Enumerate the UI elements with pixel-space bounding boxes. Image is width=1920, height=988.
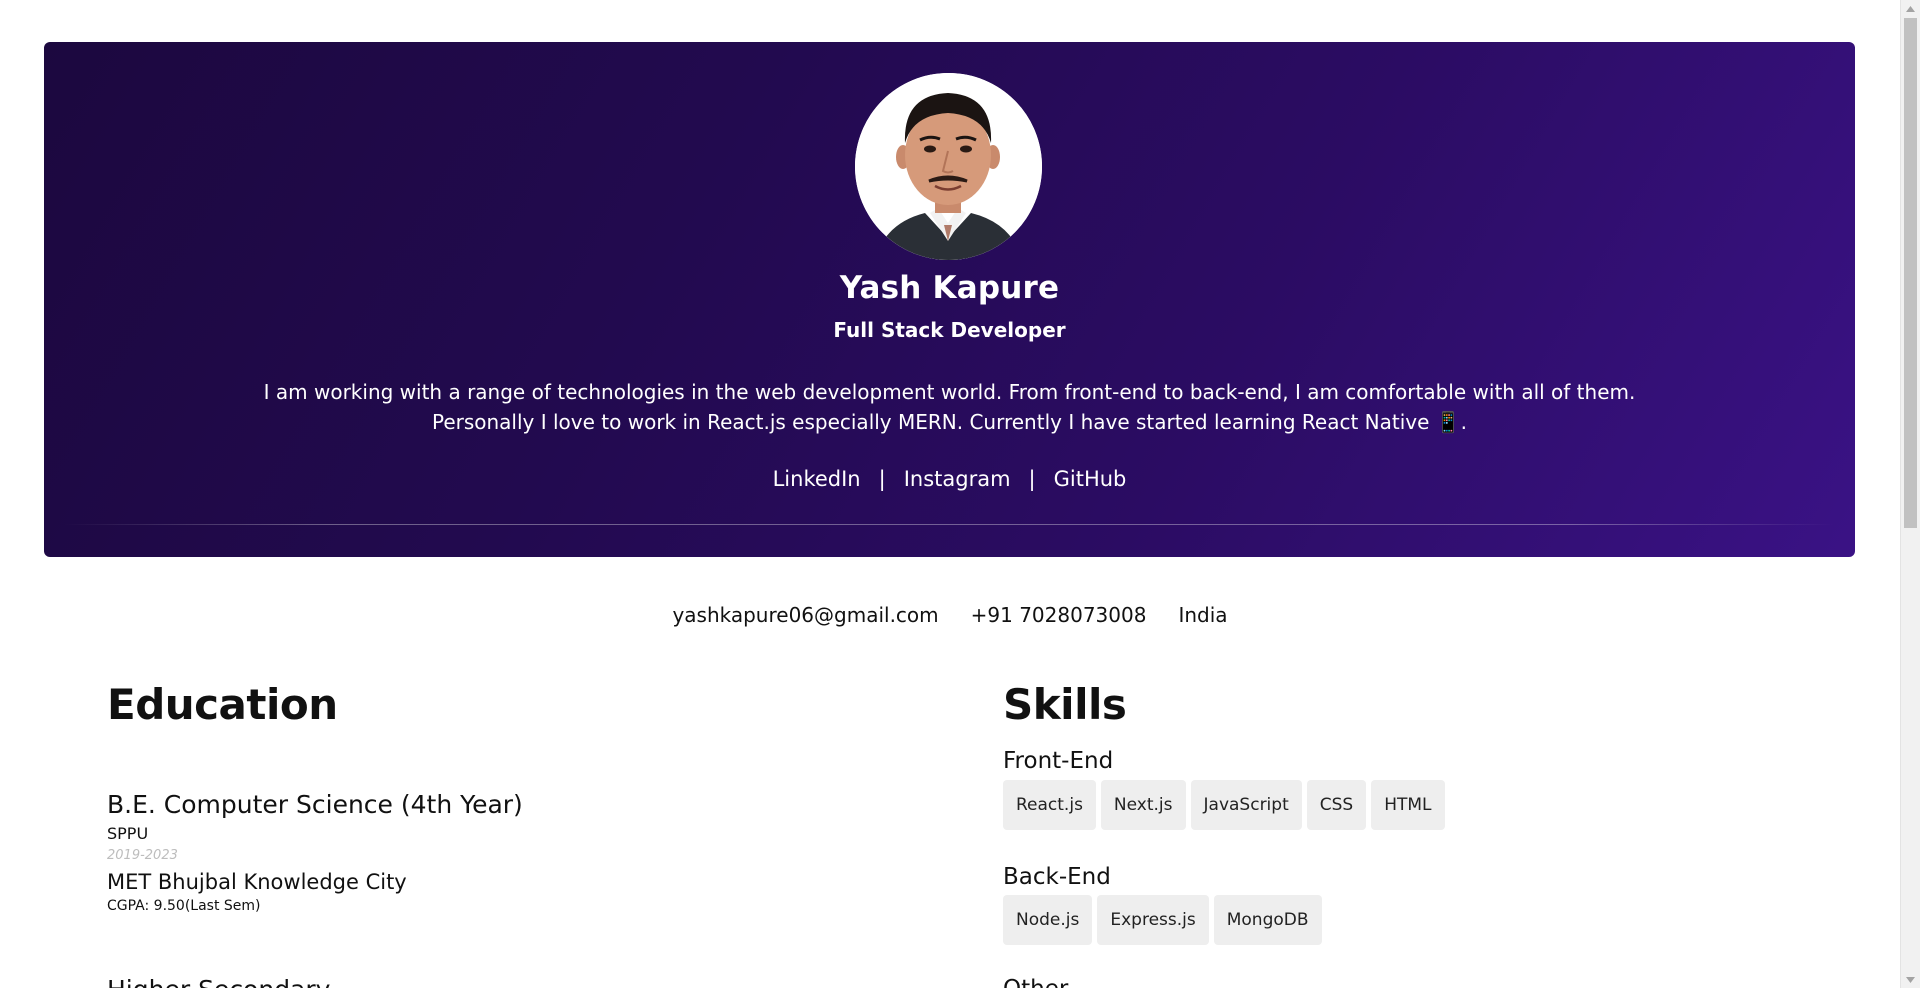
social-links: LinkedIn | Instagram | GitHub — [44, 467, 1855, 491]
education-cgpa: CGPA: 9.50(Last Sem) — [107, 898, 261, 914]
skill-chip: CSS — [1306, 780, 1367, 830]
scroll-down-icon[interactable] — [1901, 971, 1920, 988]
skill-chip: MongoDB — [1213, 895, 1322, 945]
bio-line-1: I am working with a range of technologie… — [263, 380, 1636, 404]
skill-chip: JavaScript — [1190, 780, 1302, 830]
hero-banner: Yash Kapure Full Stack Developer I am wo… — [44, 42, 1855, 557]
skill-chip: React.js — [1003, 780, 1096, 830]
profile-bio: I am working with a range of technologie… — [44, 377, 1855, 437]
education-years: 2019-2023 — [107, 848, 178, 863]
other-skills-heading: Other — [1003, 976, 1068, 988]
portfolio-page: Yash Kapure Full Stack Developer I am wo… — [0, 0, 1900, 988]
profile-name: Yash Kapure — [839, 270, 1060, 306]
contact-info: yashkapure06@gmail.com +91 7028073008 In… — [0, 603, 1900, 627]
profile-avatar — [855, 73, 1042, 260]
hero-divider — [64, 524, 1835, 525]
frontend-heading: Front-End — [1003, 748, 1114, 774]
profile-role: Full Stack Developer — [833, 318, 1066, 342]
education-degree: B.E. Computer Science (4th Year) — [107, 790, 523, 819]
skills-heading: Skills — [1003, 680, 1127, 729]
bio-line-2: Personally I love to work in React.js es… — [431, 410, 1468, 434]
page-scrollbar[interactable] — [1900, 0, 1920, 988]
skill-chip: Express.js — [1097, 895, 1209, 945]
skill-chip: HTML — [1371, 780, 1445, 830]
github-link[interactable]: GitHub — [1054, 467, 1127, 491]
education-heading: Education — [107, 680, 338, 729]
link-separator: | — [1028, 467, 1036, 491]
education-college: MET Bhujbal Knowledge City — [107, 870, 407, 894]
linkedin-link[interactable]: LinkedIn — [773, 467, 861, 491]
backend-heading: Back-End — [1003, 864, 1111, 890]
skill-chip: Next.js — [1100, 780, 1186, 830]
frontend-skill-list: React.js Next.js JavaScript CSS HTML — [1003, 780, 1445, 830]
contact-email[interactable]: yashkapure06@gmail.com — [672, 603, 938, 627]
education-university: SPPU — [107, 824, 149, 843]
contact-location: India — [1178, 603, 1228, 627]
instagram-link[interactable]: Instagram — [904, 467, 1011, 491]
scrollbar-thumb[interactable] — [1904, 18, 1917, 528]
skill-chip: Node.js — [1003, 895, 1093, 945]
backend-skill-list: Node.js Express.js MongoDB — [1003, 895, 1322, 945]
contact-phone[interactable]: +91 7028073008 — [971, 603, 1147, 627]
profile-photo-icon — [855, 73, 1042, 260]
link-separator: | — [878, 467, 886, 491]
education-next-degree: Higher Secondary — [107, 975, 330, 988]
scroll-up-icon[interactable] — [1901, 0, 1920, 17]
